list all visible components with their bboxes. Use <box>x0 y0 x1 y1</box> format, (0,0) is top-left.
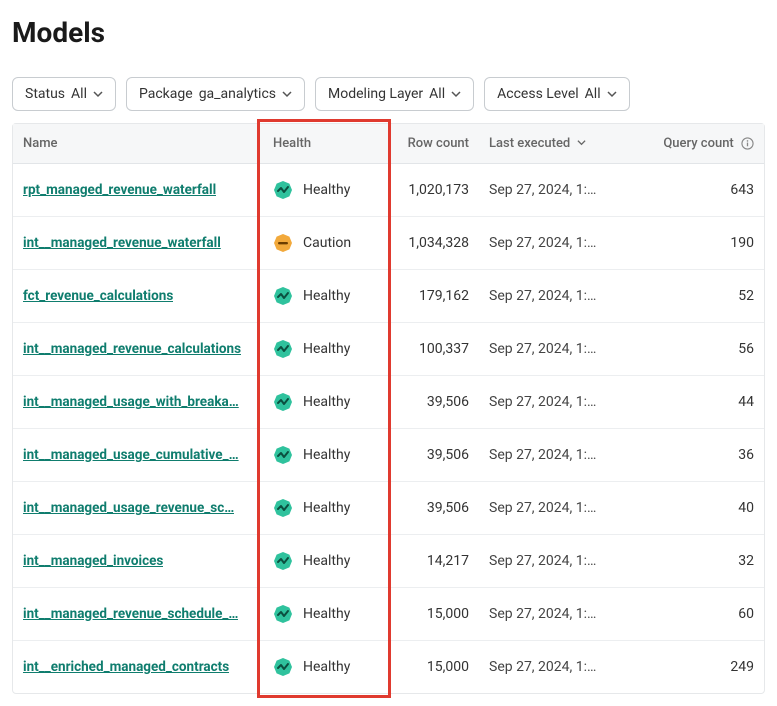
filter-status[interactable]: Status All <box>12 77 116 111</box>
filter-package-label: Package <box>139 86 193 102</box>
row-count: 15,000 <box>393 641 479 694</box>
health-status-icon <box>273 445 293 465</box>
model-link[interactable]: int__managed_revenue_schedule_… <box>23 606 238 622</box>
health-status-icon <box>273 339 293 359</box>
last-executed: Sep 27, 2024, 1:… <box>479 535 615 588</box>
query-count: 52 <box>615 270 764 323</box>
chevron-down-icon <box>607 89 617 99</box>
row-count: 39,506 <box>393 482 479 535</box>
info-icon <box>741 137 754 150</box>
last-executed: Sep 27, 2024, 1:… <box>479 164 615 217</box>
model-link[interactable]: rpt_managed_revenue_waterfall <box>23 182 216 198</box>
row-count: 14,217 <box>393 535 479 588</box>
row-count: 15,000 <box>393 588 479 641</box>
health-label: Healthy <box>303 447 350 463</box>
table-row: int__managed_revenue_waterfall Caution 1… <box>13 217 764 270</box>
health-label: Healthy <box>303 288 350 304</box>
filter-access-level[interactable]: Access Level All <box>484 77 630 111</box>
health-status-icon <box>273 657 293 677</box>
page-title: Models <box>12 16 765 49</box>
model-link[interactable]: int__managed_revenue_calculations <box>23 341 241 357</box>
last-executed: Sep 27, 2024, 1:… <box>479 588 615 641</box>
column-header-lastexecuted-label: Last executed <box>489 136 570 151</box>
filter-access-label: Access Level <box>497 86 579 102</box>
table-row: int__managed_invoices Healthy 14,217 Sep… <box>13 535 764 588</box>
table-row: int__managed_usage_cumulative_… Healthy … <box>13 429 764 482</box>
health-status-icon <box>273 286 293 306</box>
table-row: int__managed_usage_revenue_sc… Healthy 3… <box>13 482 764 535</box>
health-status-icon <box>273 180 293 200</box>
model-link[interactable]: int__managed_invoices <box>23 553 163 569</box>
last-executed: Sep 27, 2024, 1:… <box>479 482 615 535</box>
chevron-down-icon <box>93 89 103 99</box>
table-row: int__enriched_managed_contracts Healthy … <box>13 641 764 694</box>
last-executed: Sep 27, 2024, 1:… <box>479 323 615 376</box>
last-executed: Sep 27, 2024, 1:… <box>479 429 615 482</box>
model-link[interactable]: int__managed_revenue_waterfall <box>23 235 221 251</box>
health-status-icon <box>273 233 293 253</box>
model-link[interactable]: int__managed_usage_cumulative_… <box>23 447 239 463</box>
chevron-down-icon <box>577 136 586 151</box>
last-executed: Sep 27, 2024, 1:… <box>479 641 615 694</box>
column-header-health[interactable]: Health <box>263 124 393 164</box>
filter-layer-label: Modeling Layer <box>328 86 423 102</box>
models-table: Name Health Row count Last executed Quer… <box>12 123 765 694</box>
health-label: Healthy <box>303 341 350 357</box>
table-row: fct_revenue_calculations Healthy 179,162… <box>13 270 764 323</box>
health-status-icon <box>273 551 293 571</box>
last-executed: Sep 27, 2024, 1:… <box>479 217 615 270</box>
filter-package[interactable]: Package ga_analytics <box>126 77 305 111</box>
model-link[interactable]: int__enriched_managed_contracts <box>23 659 229 675</box>
health-label: Healthy <box>303 394 350 410</box>
model-link[interactable]: fct_revenue_calculations <box>23 288 173 304</box>
health-label: Healthy <box>303 553 350 569</box>
table-row: rpt_managed_revenue_waterfall Healthy 1,… <box>13 164 764 217</box>
health-label: Healthy <box>303 606 350 622</box>
health-label: Healthy <box>303 500 350 516</box>
query-count: 56 <box>615 323 764 376</box>
model-link[interactable]: int__managed_usage_revenue_sc… <box>23 500 234 516</box>
filter-layer-value: All <box>429 86 445 102</box>
health-label: Healthy <box>303 659 350 675</box>
query-count: 36 <box>615 429 764 482</box>
column-header-querycount[interactable]: Query count <box>615 124 764 164</box>
filter-package-value: ga_analytics <box>199 86 276 102</box>
model-link[interactable]: int__managed_usage_with_breaka… <box>23 394 239 410</box>
row-count: 39,506 <box>393 376 479 429</box>
query-count: 44 <box>615 376 764 429</box>
chevron-down-icon <box>282 89 292 99</box>
last-executed: Sep 27, 2024, 1:… <box>479 376 615 429</box>
row-count: 100,337 <box>393 323 479 376</box>
table-row: int__managed_revenue_schedule_… Healthy … <box>13 588 764 641</box>
filter-access-value: All <box>585 86 601 102</box>
column-header-rowcount[interactable]: Row count <box>393 124 479 164</box>
column-header-querycount-label: Query count <box>663 136 733 151</box>
filter-bar: Status All Package ga_analytics Modeling… <box>12 77 765 111</box>
column-header-lastexecuted[interactable]: Last executed <box>479 124 615 164</box>
query-count: 60 <box>615 588 764 641</box>
health-status-icon <box>273 498 293 518</box>
table-row: int__managed_revenue_calculations Health… <box>13 323 764 376</box>
chevron-down-icon <box>451 89 461 99</box>
filter-modeling-layer[interactable]: Modeling Layer All <box>315 77 474 111</box>
row-count: 1,020,173 <box>393 164 479 217</box>
query-count: 32 <box>615 535 764 588</box>
query-count: 249 <box>615 641 764 694</box>
row-count: 1,034,328 <box>393 217 479 270</box>
column-header-name[interactable]: Name <box>13 124 263 164</box>
row-count: 179,162 <box>393 270 479 323</box>
row-count: 39,506 <box>393 429 479 482</box>
table-row: int__managed_usage_with_breaka… Healthy … <box>13 376 764 429</box>
health-status-icon <box>273 392 293 412</box>
filter-status-value: All <box>71 86 87 102</box>
query-count: 40 <box>615 482 764 535</box>
query-count: 190 <box>615 217 764 270</box>
health-label: Caution <box>303 235 351 251</box>
filter-status-label: Status <box>25 86 65 102</box>
query-count: 643 <box>615 164 764 217</box>
health-label: Healthy <box>303 182 350 198</box>
last-executed: Sep 27, 2024, 1:… <box>479 270 615 323</box>
health-status-icon <box>273 604 293 624</box>
